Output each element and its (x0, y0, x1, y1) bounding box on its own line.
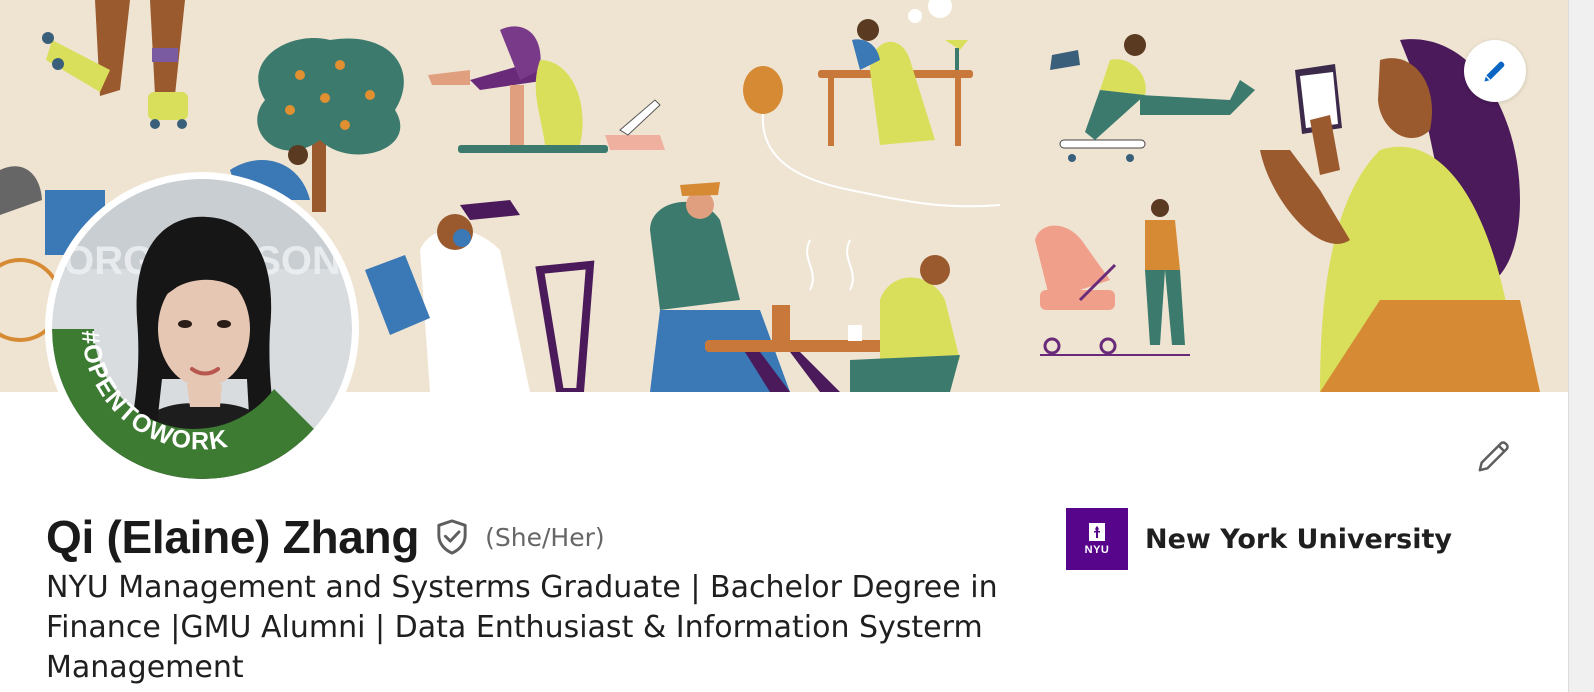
profile-photo-image: ORGE MASON #OPENTOWORK (52, 179, 352, 479)
nyu-logo: NYU (1066, 508, 1128, 570)
pencil-icon (1484, 61, 1505, 82)
nyu-logo-text: NYU (1084, 543, 1110, 556)
shield-check-icon (437, 519, 467, 555)
edit-background-button[interactable] (1464, 40, 1526, 102)
profile-name-row: Qi (Elaine) Zhang (She/Her) (46, 508, 605, 566)
torch-icon (1089, 522, 1105, 541)
avatar: ORGE MASON #OPENTOWORK (52, 179, 352, 479)
profile-photo[interactable]: ORGE MASON #OPENTOWORK (45, 172, 359, 486)
edit-intro-button[interactable] (1468, 430, 1520, 482)
page-scrollbar[interactable] (1568, 0, 1594, 692)
profile-name: Qi (Elaine) Zhang (46, 511, 420, 563)
education-link-nyu[interactable]: NYU New York University (1066, 508, 1452, 570)
profile-pronouns: (She/Her) (485, 522, 605, 552)
profile-headline: NYU Management and Systerms Graduate | B… (46, 570, 998, 685)
pencil-icon (1478, 441, 1509, 472)
verification-badge[interactable] (433, 517, 471, 557)
school-name: New York University (1145, 523, 1453, 555)
